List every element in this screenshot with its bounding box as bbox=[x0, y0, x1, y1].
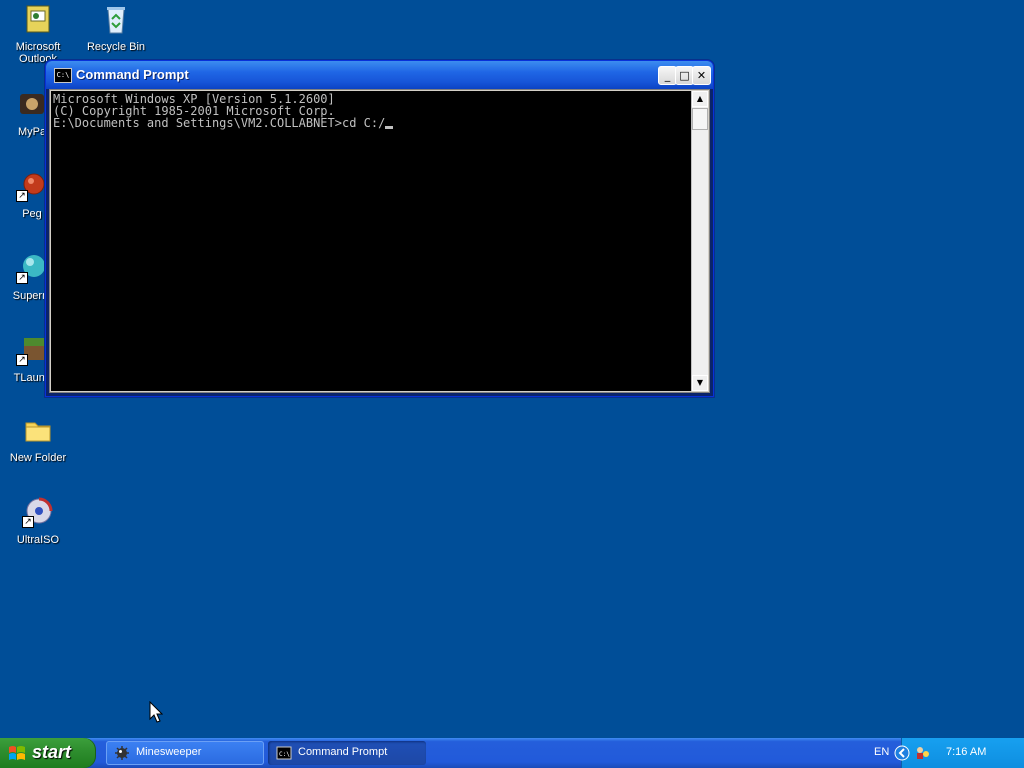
cmd-icon[interactable]: C:\ bbox=[54, 68, 72, 83]
taskbar-item-minesweeper[interactable]: Minesweeper bbox=[106, 741, 264, 765]
taskbar-item-label: Command Prompt bbox=[298, 746, 388, 758]
clock[interactable]: 7:16 AM bbox=[946, 746, 986, 758]
desktop-icon-new-folder[interactable]: New Folder bbox=[6, 414, 70, 464]
taskbar: start Minesweeper C:\ Command Prompt EN … bbox=[0, 738, 1024, 768]
minesweeper-icon bbox=[115, 746, 129, 760]
taskbar-item-label: Minesweeper bbox=[136, 746, 202, 758]
svg-text:C:\: C:\ bbox=[279, 751, 290, 758]
desktop-icon-recycle-bin[interactable]: Recycle Bin bbox=[84, 3, 148, 53]
console-output[interactable]: Microsoft Windows XP [Version 5.1.2600] … bbox=[51, 91, 691, 391]
window-client-area: Microsoft Windows XP [Version 5.1.2600] … bbox=[49, 89, 710, 393]
windows-flag-icon bbox=[9, 746, 25, 760]
start-button[interactable]: start bbox=[0, 738, 96, 768]
vertical-scrollbar[interactable]: ▲ ▼ bbox=[691, 91, 708, 391]
desktop-icon-outlook[interactable]: Microsoft Outlook bbox=[6, 3, 70, 65]
language-indicator[interactable]: EN bbox=[874, 746, 889, 758]
taskbar-item-command-prompt[interactable]: C:\ Command Prompt bbox=[268, 741, 426, 765]
folder-icon bbox=[22, 414, 54, 446]
mouse-pointer-icon bbox=[149, 701, 163, 723]
shortcut-arrow-icon: ↗ bbox=[16, 190, 28, 202]
recycle-bin-icon bbox=[100, 3, 132, 35]
desktop-icon-label: UltraISO bbox=[16, 534, 60, 546]
close-button[interactable]: ✕ bbox=[692, 66, 711, 85]
text-cursor bbox=[385, 126, 394, 129]
command-prompt-window[interactable]: C:\ Command Prompt _ □ ✕ Microsoft Windo… bbox=[45, 60, 714, 397]
shortcut-arrow-icon: ↗ bbox=[16, 354, 28, 366]
desktop-icon-label: New Folder bbox=[9, 452, 67, 464]
scroll-up-arrow-icon[interactable]: ▲ bbox=[692, 91, 708, 107]
network-user-icon[interactable] bbox=[914, 745, 930, 761]
mypa-app-icon bbox=[16, 88, 48, 120]
scroll-down-arrow-icon[interactable]: ▼ bbox=[692, 375, 708, 391]
desktop-icon-label: Recycle Bin bbox=[86, 41, 146, 53]
shortcut-arrow-icon: ↗ bbox=[22, 516, 34, 528]
scroll-thumb[interactable] bbox=[692, 108, 708, 130]
cmd-icon: C:\ bbox=[276, 746, 292, 760]
tlauncher-icon: ↗ bbox=[16, 334, 48, 366]
console-prompt-line[interactable]: E:\Documents and Settings\VM2.COLLABNET>… bbox=[53, 117, 689, 129]
desktop-icon-ultraiso[interactable]: ↗ UltraISO bbox=[6, 496, 70, 546]
peg-app-icon: ↗ bbox=[16, 170, 48, 202]
system-tray: EN 7:16 AM bbox=[874, 738, 1024, 768]
shortcut-arrow-icon: ↗ bbox=[16, 272, 28, 284]
window-title: Command Prompt bbox=[76, 67, 189, 82]
outlook-icon bbox=[22, 3, 54, 35]
ultraiso-icon: ↗ bbox=[22, 496, 54, 528]
show-hidden-icons-icon[interactable] bbox=[894, 745, 910, 761]
console-command: E:\Documents and Settings\VM2.COLLABNET>… bbox=[53, 116, 386, 130]
start-label: start bbox=[32, 742, 72, 762]
superm-app-icon: ↗ bbox=[16, 252, 48, 284]
window-titlebar[interactable]: C:\ Command Prompt _ □ ✕ bbox=[46, 61, 713, 89]
